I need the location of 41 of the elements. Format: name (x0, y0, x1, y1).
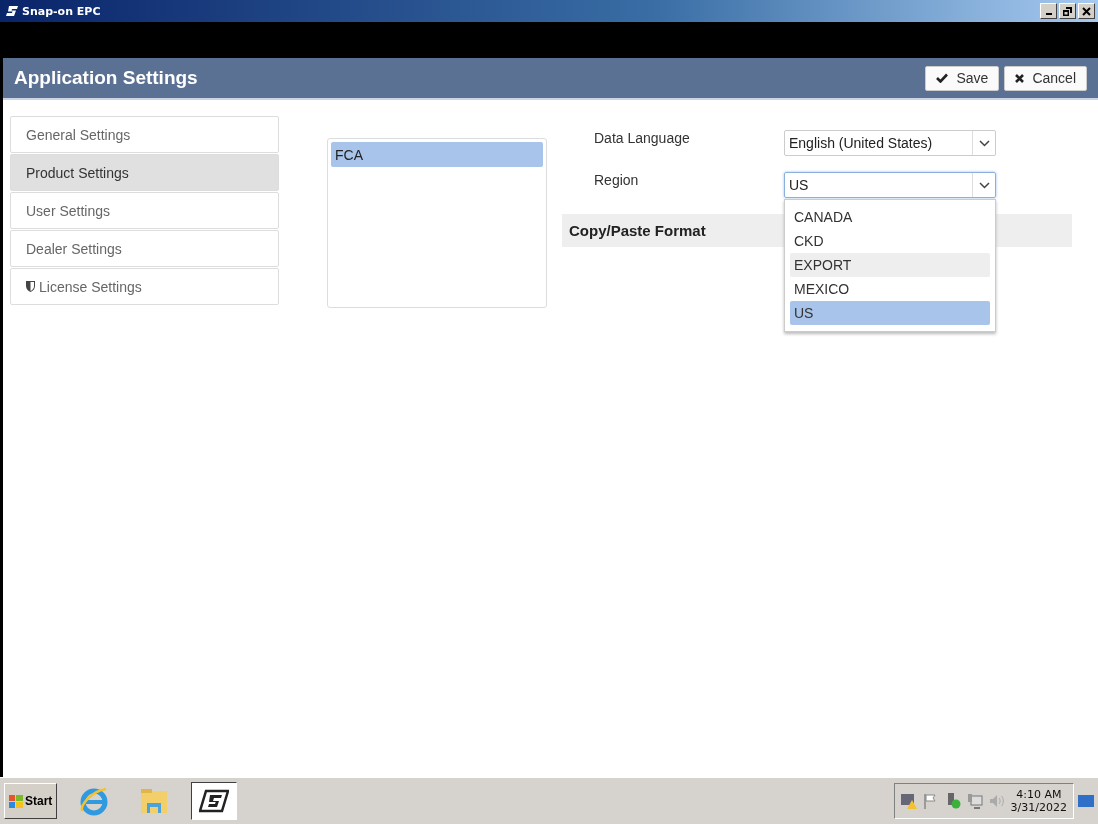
app-logo-icon (199, 789, 230, 813)
select-field[interactable]: English (United States) (784, 130, 996, 156)
start-button[interactable]: Start (4, 783, 58, 819)
restore-icon (1063, 6, 1072, 16)
warning-icon[interactable] (900, 793, 917, 809)
minimize-icon (1045, 13, 1052, 15)
monitor-icon[interactable] (966, 793, 983, 809)
clock-time: 4:10 AM (1016, 788, 1062, 801)
clock-date: 3/31/2022 (1010, 801, 1067, 814)
cancel-button[interactable]: Cancel (1004, 65, 1087, 91)
dropdown-option[interactable]: CKD (790, 229, 990, 253)
sidebar-item[interactable]: User Settings (10, 192, 279, 229)
taskbar-app[interactable] (191, 782, 238, 820)
close-icon (1015, 73, 1025, 83)
save-button[interactable]: Save (925, 65, 1000, 91)
sidebar-item[interactable]: Product Settings (10, 154, 279, 191)
field-label: Data Language (593, 130, 691, 146)
shield-icon (26, 281, 35, 292)
close-button[interactable] (1078, 3, 1095, 19)
chevron-down-icon (978, 181, 990, 189)
sidebar-item[interactable]: Dealer Settings (10, 230, 279, 267)
logo-icon (6, 6, 18, 16)
sidebar-item[interactable]: General Settings (10, 116, 279, 153)
sidebar-item[interactable]: License Settings (10, 268, 279, 305)
restore-button[interactable] (1059, 3, 1076, 19)
dropdown-option[interactable]: CANADA (790, 205, 990, 229)
dropdown-option[interactable]: MEXICO (790, 277, 990, 301)
field-label: Region (593, 172, 640, 188)
product-item[interactable]: FCA (331, 142, 543, 167)
dropdown-option[interactable]: US (790, 301, 990, 325)
minimize-button[interactable] (1040, 3, 1057, 19)
close-icon (1082, 6, 1091, 16)
window-title: Snap-on EPC (22, 4, 101, 18)
section-title: Copy/Paste Format (569, 222, 706, 239)
chevron-down-icon (978, 139, 990, 147)
page-title: Application Settings (14, 67, 198, 89)
check-icon (936, 73, 949, 83)
flag-icon[interactable] (922, 793, 939, 809)
windows-logo-icon (9, 794, 23, 808)
dropdown-option[interactable]: EXPORT (790, 253, 990, 277)
select-field[interactable]: US (784, 172, 996, 198)
